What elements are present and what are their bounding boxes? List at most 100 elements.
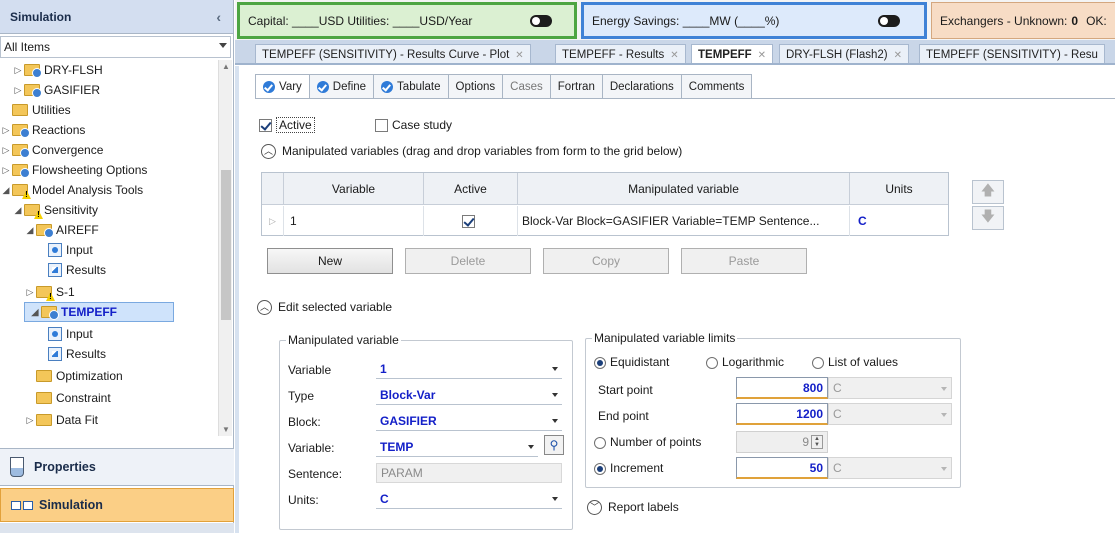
block-select[interactable]: GASIFIER [376,411,562,431]
tree-item-aireff-results[interactable]: Results [48,260,106,280]
checkbox-checked-icon [462,214,475,228]
expand-arrow-icon[interactable]: ▷ [0,165,12,176]
tree-item-constraint[interactable]: Constraint [36,388,111,408]
table-row-active-checkbox[interactable] [424,206,518,236]
close-icon[interactable]: ✕ [894,50,902,61]
nav-filter-dropdown[interactable]: All Items [0,36,231,58]
collapse-arrow-icon[interactable]: ◢ [29,307,41,318]
tree-item-tempeff-input[interactable]: Input [48,324,93,344]
equidistant-radio[interactable]: Equidistant [594,355,669,369]
doc-tab-results-curve-plot[interactable]: TEMPEFF (SENSITIVITY) - Results Curve - … [255,44,531,63]
folder-icon [12,164,30,178]
grid-header-manipulated-variable[interactable]: Manipulated variable [518,173,850,205]
close-icon[interactable]: ✕ [515,50,523,61]
collapse-arrow-icon[interactable]: ◢ [12,205,24,216]
increment-radio[interactable]: Increment [594,461,663,475]
tree-item-sensitivity[interactable]: ◢ Sensitivity [12,200,99,220]
tab-cases[interactable]: Cases [502,74,551,98]
scroll-down-icon[interactable]: ▼ [222,425,230,434]
list-of-values-radio[interactable]: List of values [812,355,898,369]
tree-item-flowsheeting-options[interactable]: ▷ Flowsheeting Options [0,160,147,180]
grid-header-units[interactable]: Units [850,173,948,205]
doc-tab-tempeff[interactable]: TEMPEFF ✕ [691,44,774,63]
edit-selected-variable-toggle[interactable]: ︿ Edit selected variable [257,300,392,316]
expand-arrow-icon[interactable]: ▷ [0,145,12,156]
tab-vary[interactable]: Vary [255,74,310,99]
tree-item-s-1[interactable]: ▷ S-1 [24,282,75,302]
simulation-nav-button[interactable]: Simulation [0,488,234,522]
tree-item-aireff[interactable]: ◢ AIREFF [24,220,99,240]
doc-tab-dry-flsh[interactable]: DRY-FLSH (Flash2) ✕ [779,44,910,63]
properties-nav-button[interactable]: Properties [0,448,234,486]
exchanger-indicator[interactable]: Exchangers - Unknown: 0 OK: [931,2,1115,39]
input-form-icon [48,243,62,257]
case-study-checkbox[interactable]: Case study [375,118,452,133]
report-labels-toggle[interactable]: ﹀ Report labels [587,500,679,516]
expand-arrow-icon[interactable]: ▷ [12,85,24,96]
scroll-up-icon[interactable]: ▲ [222,62,230,71]
grid-header-variable[interactable]: Variable [284,173,424,205]
table-row-description[interactable]: Block-Var Block=GASIFIER Variable=TEMP S… [518,206,850,236]
type-select[interactable]: Block-Var [376,385,562,405]
table-row-variable[interactable]: 1 [284,206,424,236]
tree-item-optimization[interactable]: Optimization [36,366,123,386]
close-icon[interactable]: ✕ [670,50,678,61]
cost-analysis-toggle[interactable] [530,15,552,27]
move-down-arrow-icon[interactable]: 🡇 [972,206,1004,230]
tree-item-tempeff[interactable]: ◢ TEMPEFF [24,302,174,322]
tree-item-data-fit[interactable]: ▷ Data Fit [24,410,98,430]
tree-item-reactions[interactable]: ▷ Reactions [0,120,85,140]
tree-item-dry-flsh[interactable]: ▷ DRY-FLSH [12,60,103,80]
collapse-arrow-icon[interactable]: ◢ [0,185,12,196]
tab-tabulate[interactable]: Tabulate [373,74,449,98]
energy-analysis-indicator[interactable]: Energy Savings: ____MW (____%) [581,2,927,39]
start-point-input[interactable]: 800 [736,377,828,399]
units-select[interactable]: C [376,489,562,509]
row-selector[interactable]: ▷ [262,206,284,236]
grid-header-active[interactable]: Active [424,173,518,205]
tree-item-utilities[interactable]: Utilities [0,100,71,120]
exchangers-unknown-count: 0 [1071,13,1079,28]
binoculars-search-icon[interactable]: ⚲ [544,435,564,455]
tree-scrollbar[interactable]: ▲ ▼ [218,60,232,436]
variable-number-select[interactable]: 1 [376,359,562,379]
energy-analysis-toggle[interactable] [878,15,900,27]
number-of-points-radio[interactable]: Number of points [594,435,701,449]
expand-arrow-icon[interactable]: ▷ [12,65,24,76]
end-point-input[interactable]: 1200 [736,403,828,425]
logarithmic-radio[interactable]: Logarithmic [706,355,784,369]
tab-comments[interactable]: Comments [680,74,753,98]
paste-button[interactable]: Paste [681,248,807,274]
scrollbar-thumb[interactable] [221,170,231,320]
close-icon[interactable]: ✕ [758,50,766,61]
doc-tab-tempeff-results[interactable]: TEMPEFF - Results ✕ [555,44,686,63]
delete-button[interactable]: Delete [405,248,531,274]
move-up-arrow-icon[interactable]: 🡅 [972,180,1004,204]
collapse-arrow-icon[interactable]: ◢ [24,225,36,236]
expand-arrow-icon[interactable]: ▷ [24,415,36,426]
tab-options[interactable]: Options [447,74,504,98]
expand-arrow-icon[interactable]: ▷ [24,287,36,298]
doc-tab-sensitivity-results[interactable]: TEMPEFF (SENSITIVITY) - Resu [919,44,1105,63]
tree-item-gasifier[interactable]: ▷ GASIFIER [12,80,100,100]
increment-input[interactable]: 50 [736,457,828,479]
variable-select[interactable]: TEMP [376,437,538,457]
new-button[interactable]: New [267,248,393,274]
copy-button[interactable]: Copy [543,248,669,274]
collapse-pane-icon[interactable]: ‹ [216,9,221,25]
results-form-icon [48,347,62,361]
chevron-down-icon [552,419,558,423]
sensitivity-form: Vary Define Tabulate Options Cases Fortr… [235,66,1115,533]
tree-item-model-analysis-tools[interactable]: ◢ Model Analysis Tools [0,180,144,200]
expand-arrow-icon[interactable]: ▷ [0,125,12,136]
table-row-units[interactable]: C [850,206,948,236]
tab-fortran[interactable]: Fortran [549,74,603,98]
tree-item-aireff-input[interactable]: Input [48,240,93,260]
tab-define[interactable]: Define [308,74,375,98]
tree-item-tempeff-results[interactable]: Results [48,344,106,364]
tree-item-convergence[interactable]: ▷ Convergence [0,140,103,160]
active-checkbox[interactable]: Active [259,117,315,133]
manipulated-variables-section-toggle[interactable]: ︿ Manipulated variables (drag and drop va… [261,144,682,160]
tab-declarations[interactable]: Declarations [601,74,682,98]
cost-analysis-indicator[interactable]: Capital: ____USD Utilities: ____USD/Year [237,2,577,39]
